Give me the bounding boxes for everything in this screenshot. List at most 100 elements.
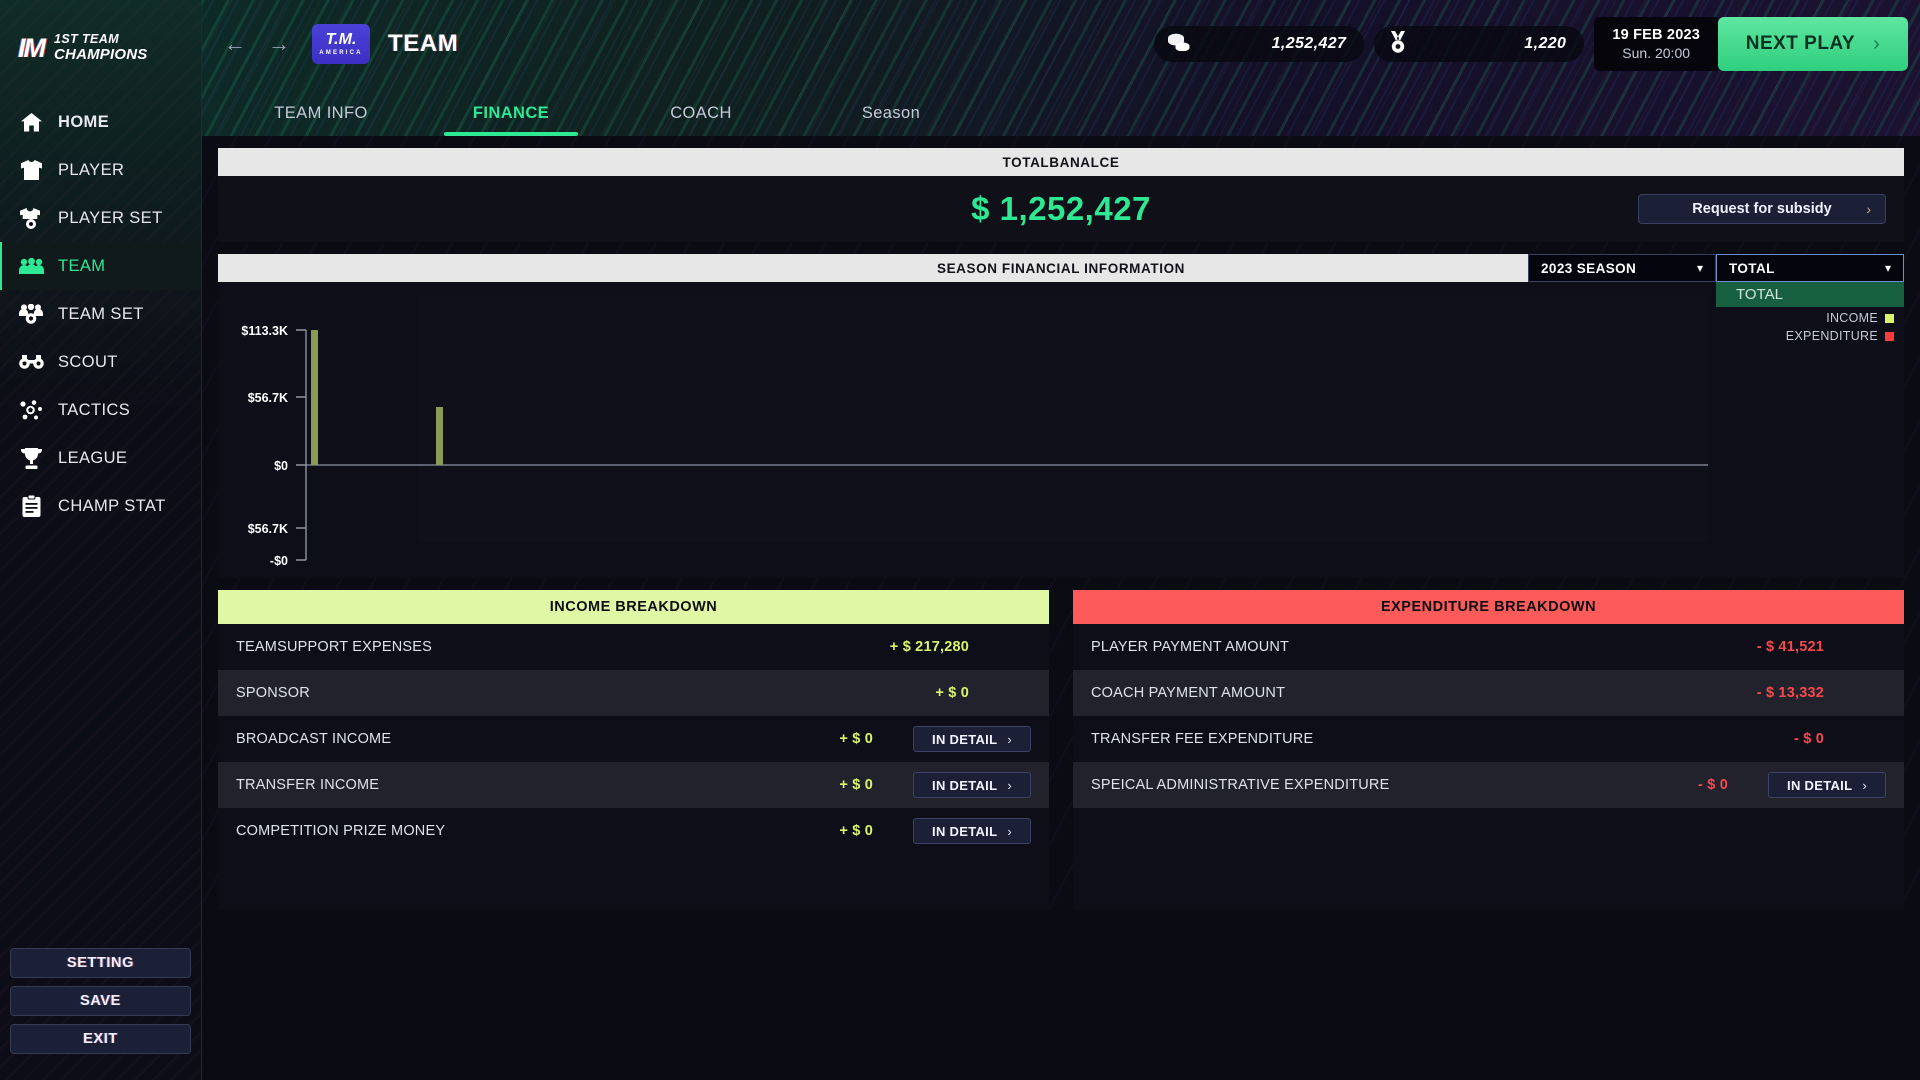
sidebar-item-label: SCOUT (58, 353, 118, 372)
sidebar-item-label: TACTICS (58, 401, 130, 420)
home-icon (18, 113, 44, 132)
sidebar-item-team[interactable]: TEAM (0, 242, 201, 290)
sidebar-item-team-set[interactable]: TEAM SET (0, 290, 201, 338)
chart-controls: 2023 SEASON ▾ TOTAL ▾ TOTAL (1528, 254, 1904, 282)
row-value: + $ 0 (839, 731, 873, 747)
people-icon (18, 258, 44, 274)
tab-coach[interactable]: COACH (606, 104, 796, 136)
in-detail-button[interactable]: IN DETAIL › (913, 772, 1031, 798)
club-badge-name: T.M. (326, 32, 357, 48)
bar-income-3 (436, 407, 443, 465)
chart-type-select-value: TOTAL (1729, 261, 1775, 276)
table-row[interactable]: TRANSFER INCOME + $ 0 IN DETAIL › (218, 762, 1049, 808)
bar-income-1 (311, 330, 318, 465)
table-row[interactable]: SPEICAL ADMINISTRATIVE EXPENDITURE - $ 0… (1073, 762, 1904, 808)
table-row[interactable]: SPONSOR + $ 0 (218, 670, 1049, 716)
tab-team-info[interactable]: TEAM INFO (226, 104, 416, 136)
medal-icon (1388, 31, 1408, 58)
shirt-gear-icon (18, 208, 44, 229)
legend-item-income: INCOME (1786, 310, 1894, 326)
row-value: + $ 217,280 (890, 639, 969, 655)
brand-line-2: CHAMPIONS (54, 47, 147, 63)
date-value: 19 FEB 2023 (1612, 27, 1700, 43)
tab-season[interactable]: Season (796, 104, 986, 136)
in-detail-label: IN DETAIL (932, 778, 997, 793)
season-select[interactable]: 2023 SEASON ▾ (1528, 254, 1716, 282)
money-indicator: 1,252,427 (1154, 26, 1364, 62)
legend-item-expenditure: EXPENDITURE (1786, 328, 1894, 344)
sidebar-item-player[interactable]: PLAYER (0, 146, 201, 194)
in-detail-label: IN DETAIL (932, 732, 997, 747)
trophy-icon (18, 448, 44, 469)
page-title: TEAM (388, 30, 458, 58)
table-row[interactable]: TEAMSUPPORT EXPENSES + $ 217,280 (218, 624, 1049, 670)
season-financial-panel: SEASON FINANCIAL INFORMATION 2023 SEASON… (218, 254, 1904, 578)
arrow-left-icon[interactable]: ← (224, 33, 246, 55)
chart-type-dropdown-menu: TOTAL (1716, 282, 1904, 307)
chevron-down-icon: ▾ (1697, 261, 1703, 275)
sidebar-item-tactics[interactable]: TACTICS (0, 386, 201, 434)
sidebar-item-label: CHAMP STAT (58, 497, 166, 516)
chevron-down-icon: ▾ (1885, 261, 1891, 275)
brand-line-1: 1ST TEAM (54, 33, 147, 46)
arrow-right-icon[interactable]: → (268, 33, 290, 55)
top-bar-row: ← → T.M. AMERICA TEAM (202, 0, 1920, 88)
exit-button[interactable]: EXIT (10, 1024, 191, 1054)
row-value: - $ 41,521 (1757, 639, 1824, 655)
sidebar-actions: SETTING SAVE EXIT (10, 948, 191, 1062)
people-gear-icon (18, 304, 44, 324)
y-tick-label-2: $0 (274, 459, 288, 473)
tab-bar: TEAM INFO FINANCE COACH Season (202, 88, 1920, 136)
sidebar-item-player-set[interactable]: PLAYER SET (0, 194, 201, 242)
expenditure-breakdown-title: EXPENDITURE BREAKDOWN (1073, 590, 1904, 624)
tab-finance[interactable]: FINANCE (416, 104, 606, 136)
clipboard-icon (18, 495, 44, 517)
save-button[interactable]: SAVE (10, 986, 191, 1016)
income-breakdown-panel: INCOME BREAKDOWN TEAMSUPPORT EXPENSES + … (218, 590, 1049, 910)
row-value: - $ 13,332 (1757, 685, 1824, 701)
sidebar-item-league[interactable]: LEAGUE (0, 434, 201, 482)
in-detail-label: IN DETAIL (932, 824, 997, 839)
chevron-right-icon: › (1007, 778, 1012, 793)
table-row[interactable]: BROADCAST INCOME + $ 0 IN DETAIL › (218, 716, 1049, 762)
table-row[interactable]: TRANSFER FEE EXPENDITURE - $ 0 (1073, 716, 1904, 762)
row-label: TEAMSUPPORT EXPENSES (236, 639, 432, 655)
in-detail-button[interactable]: IN DETAIL › (1768, 772, 1886, 798)
table-row[interactable]: PLAYER PAYMENT AMOUNT - $ 41,521 (1073, 624, 1904, 670)
sidebar-item-home[interactable]: HOME (0, 98, 201, 146)
y-tick-label-4: -$0 (270, 554, 288, 568)
table-row[interactable]: COMPETITION PRIZE MONEY + $ 0 IN DETAIL … (218, 808, 1049, 854)
sidebar-item-scout[interactable]: SCOUT (0, 338, 201, 386)
row-label: COACH PAYMENT AMOUNT (1091, 685, 1285, 701)
total-balance-panel: TOTALBANALCE $ 1,252,427 Request for sub… (218, 148, 1904, 242)
in-detail-button[interactable]: IN DETAIL › (913, 818, 1031, 844)
club-badge[interactable]: T.M. AMERICA (312, 24, 370, 64)
finance-chart-svg: $113.3K $56.7K $0 $56.7K -$0 (218, 282, 1898, 578)
sidebar-item-label: PLAYER SET (58, 209, 163, 228)
total-balance-amount: $ 1,252,427 (971, 190, 1151, 228)
sidebar-item-label: TEAM SET (58, 305, 144, 324)
setting-button[interactable]: SETTING (10, 948, 191, 978)
finance-chart: $113.3K $56.7K $0 $56.7K -$0 (218, 282, 1904, 578)
top-bar-right: 1,252,427 1,220 19 FEB 2023 Su (1154, 17, 1920, 71)
income-breakdown-title: INCOME BREAKDOWN (218, 590, 1049, 624)
row-value: + $ 0 (839, 823, 873, 839)
request-subsidy-button[interactable]: Request for subsidy › (1638, 194, 1886, 224)
shirt-icon (18, 160, 44, 180)
sidebar-nav: HOME PLAYER PLAYER SET (0, 98, 201, 530)
row-value: + $ 0 (935, 685, 969, 701)
sidebar-item-label: PLAYER (58, 161, 124, 180)
content-area: TOTALBANALCE $ 1,252,427 Request for sub… (202, 136, 1920, 910)
dropdown-option-total[interactable]: TOTAL (1716, 282, 1904, 307)
table-row[interactable]: COACH PAYMENT AMOUNT - $ 13,332 (1073, 670, 1904, 716)
row-label: TRANSFER FEE EXPENDITURE (1091, 731, 1313, 747)
season-select-value: 2023 SEASON (1541, 261, 1636, 276)
chart-type-select[interactable]: TOTAL ▾ TOTAL (1716, 254, 1904, 282)
y-tick-label-0: $113.3K (241, 324, 288, 338)
tactics-icon (18, 400, 44, 420)
in-detail-button[interactable]: IN DETAIL › (913, 726, 1031, 752)
medal-value: 1,220 (1524, 35, 1566, 53)
next-play-button[interactable]: NEXT PLAY › (1718, 17, 1908, 71)
binoculars-icon (18, 355, 44, 369)
sidebar-item-champ-stat[interactable]: CHAMP STAT (0, 482, 201, 530)
